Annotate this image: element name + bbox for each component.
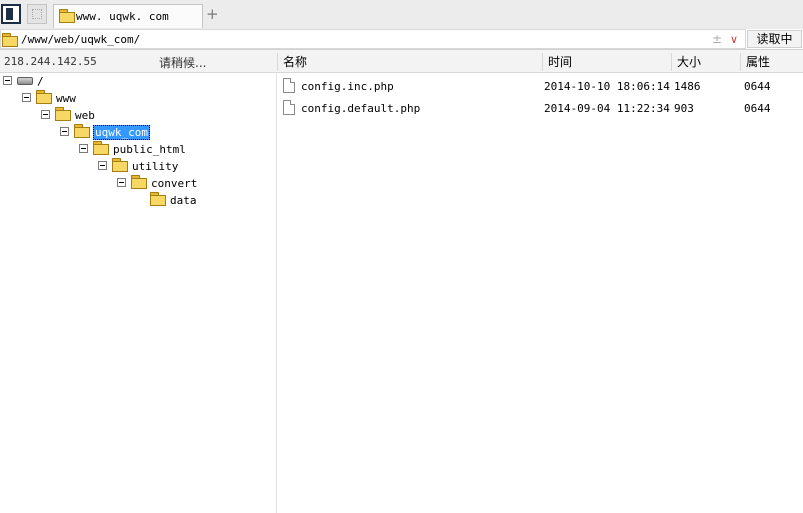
- loading-status: 请稍候...: [159, 56, 207, 70]
- tree-node-web[interactable]: web: [0, 107, 270, 123]
- column-size[interactable]: 大小: [671, 53, 740, 71]
- collapse-icon[interactable]: [60, 127, 69, 136]
- folder-icon: [131, 175, 147, 189]
- folder-icon: [2, 33, 18, 47]
- path-input[interactable]: /www/web/uqwk_com/ ± ∨: [0, 29, 746, 49]
- folder-icon: [55, 107, 71, 121]
- sidebar-toggle-icon[interactable]: [1, 4, 21, 24]
- server-ip: 218.244.142.55: [4, 55, 97, 68]
- file-list: config.inc.php 2014-10-10 18:06:14 1486 …: [277, 72, 803, 513]
- tab-bar: www. uqwk. com +: [0, 0, 803, 30]
- file-name: config.inc.php: [301, 80, 394, 93]
- table-row[interactable]: config.inc.php 2014-10-10 18:06:14 1486 …: [277, 76, 803, 96]
- file-time: 2014-10-10 18:06:14: [544, 80, 670, 93]
- tab-www-uqwk-com[interactable]: www. uqwk. com: [53, 4, 203, 28]
- tab-label: www. uqwk. com: [76, 10, 169, 23]
- collapse-icon[interactable]: [41, 110, 50, 119]
- read-button[interactable]: 读取中: [747, 30, 802, 48]
- folder-icon: [36, 90, 52, 104]
- blank-tab-icon[interactable]: [27, 4, 47, 24]
- column-name[interactable]: 名称: [277, 53, 542, 71]
- tree-node-label-selected: uqwk_com: [93, 125, 150, 140]
- folder-icon: [150, 192, 166, 206]
- collapse-icon[interactable]: [98, 161, 107, 170]
- folder-icon: [93, 141, 109, 155]
- file-name: config.default.php: [301, 102, 421, 115]
- folder-icon: [59, 9, 75, 23]
- path-text: /www/web/uqwk_com/: [21, 33, 141, 46]
- file-attr: 0644: [744, 102, 771, 115]
- tree-node-uqwk-com[interactable]: uqwk_com: [0, 124, 270, 140]
- drive-icon: [17, 77, 33, 85]
- tree-node-www[interactable]: www: [0, 90, 270, 106]
- tree-node-public-html[interactable]: public_html: [0, 141, 270, 157]
- tree-node-label: public_html: [113, 143, 186, 156]
- chevron-down-icon[interactable]: ∨: [730, 33, 738, 46]
- header-bar: 218.244.142.55 请稍候... 名称 时间 大小 属性: [0, 50, 803, 73]
- table-row[interactable]: config.default.php 2014-09-04 11:22:34 9…: [277, 98, 803, 118]
- tree-node-label: web: [75, 109, 95, 122]
- add-tab-button[interactable]: +: [206, 5, 219, 23]
- folder-icon: [74, 124, 90, 138]
- tree-node-label: convert: [151, 177, 198, 190]
- column-time[interactable]: 时间: [542, 53, 671, 71]
- tree-node-label: www: [56, 92, 76, 105]
- tree-node-label: /: [37, 75, 44, 88]
- address-bar: /www/web/uqwk_com/ ± ∨ 读取中: [0, 29, 803, 50]
- collapse-icon[interactable]: [79, 144, 88, 153]
- collapse-icon[interactable]: [117, 178, 126, 187]
- tree-node-convert[interactable]: convert: [0, 175, 270, 191]
- collapse-icon[interactable]: [3, 76, 12, 85]
- file-size: 1486: [674, 80, 701, 93]
- tree-node-root[interactable]: /: [0, 73, 270, 89]
- tree-node-data[interactable]: data: [0, 192, 270, 208]
- file-time: 2014-09-04 11:22:34: [544, 102, 670, 115]
- tree-node-label: utility: [132, 160, 179, 173]
- file-icon: [283, 78, 295, 93]
- tree-node-utility[interactable]: utility: [0, 158, 270, 174]
- directory-tree: / www web uqwk_com public_html utility c…: [0, 72, 277, 513]
- file-size: 903: [674, 102, 694, 115]
- folder-icon: [112, 158, 128, 172]
- file-icon: [283, 100, 295, 115]
- collapse-icon[interactable]: [22, 93, 31, 102]
- plusminus-icon[interactable]: ±: [712, 32, 722, 46]
- tree-node-label: data: [170, 194, 197, 207]
- column-attr[interactable]: 属性: [740, 53, 803, 71]
- file-attr: 0644: [744, 80, 771, 93]
